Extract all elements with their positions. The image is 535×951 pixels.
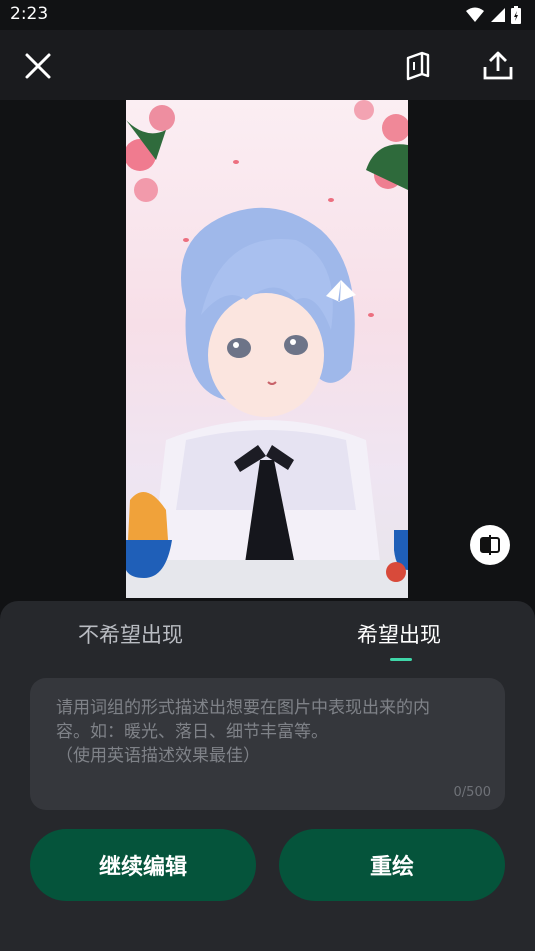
- book-icon: [406, 51, 430, 81]
- wifi-icon: [466, 7, 484, 22]
- prompt-placeholder: 请用词组的形式描述出想要在图片中表现出来的内容。如：暖光、落日、细节丰富等。 （…: [56, 698, 430, 766]
- compare-icon: [480, 535, 500, 555]
- generated-artwork: [126, 100, 408, 598]
- status-time: 2:23: [10, 4, 49, 24]
- cellular-signal-icon: [491, 8, 505, 22]
- character-counter: 0/500: [453, 785, 491, 800]
- prompt-panel: 不希望出现 希望出现 请用词组的形式描述出想要在图片中表现出来的内容。如：暖光、…: [0, 601, 535, 951]
- battery-icon: [511, 6, 521, 24]
- status-bar: 2:23: [0, 0, 535, 30]
- close-button[interactable]: [20, 48, 56, 84]
- continue-edit-button[interactable]: 继续编辑: [30, 829, 256, 901]
- redraw-button[interactable]: 重绘: [279, 829, 505, 901]
- anime-girl-illustration: [126, 100, 408, 598]
- close-icon: [25, 53, 51, 79]
- share-upload-icon: [483, 51, 513, 80]
- tab-positive-prompt[interactable]: 希望出现: [357, 619, 441, 649]
- book-button[interactable]: [400, 48, 436, 84]
- prompt-input[interactable]: 请用词组的形式描述出想要在图片中表现出来的内容。如：暖光、落日、细节丰富等。 （…: [30, 678, 505, 810]
- share-button[interactable]: [480, 48, 516, 84]
- active-tab-indicator: [390, 658, 412, 661]
- top-toolbar: [0, 30, 535, 100]
- image-preview-area: [0, 100, 535, 600]
- tab-negative-prompt[interactable]: 不希望出现: [78, 619, 183, 649]
- compare-button[interactable]: [470, 525, 510, 565]
